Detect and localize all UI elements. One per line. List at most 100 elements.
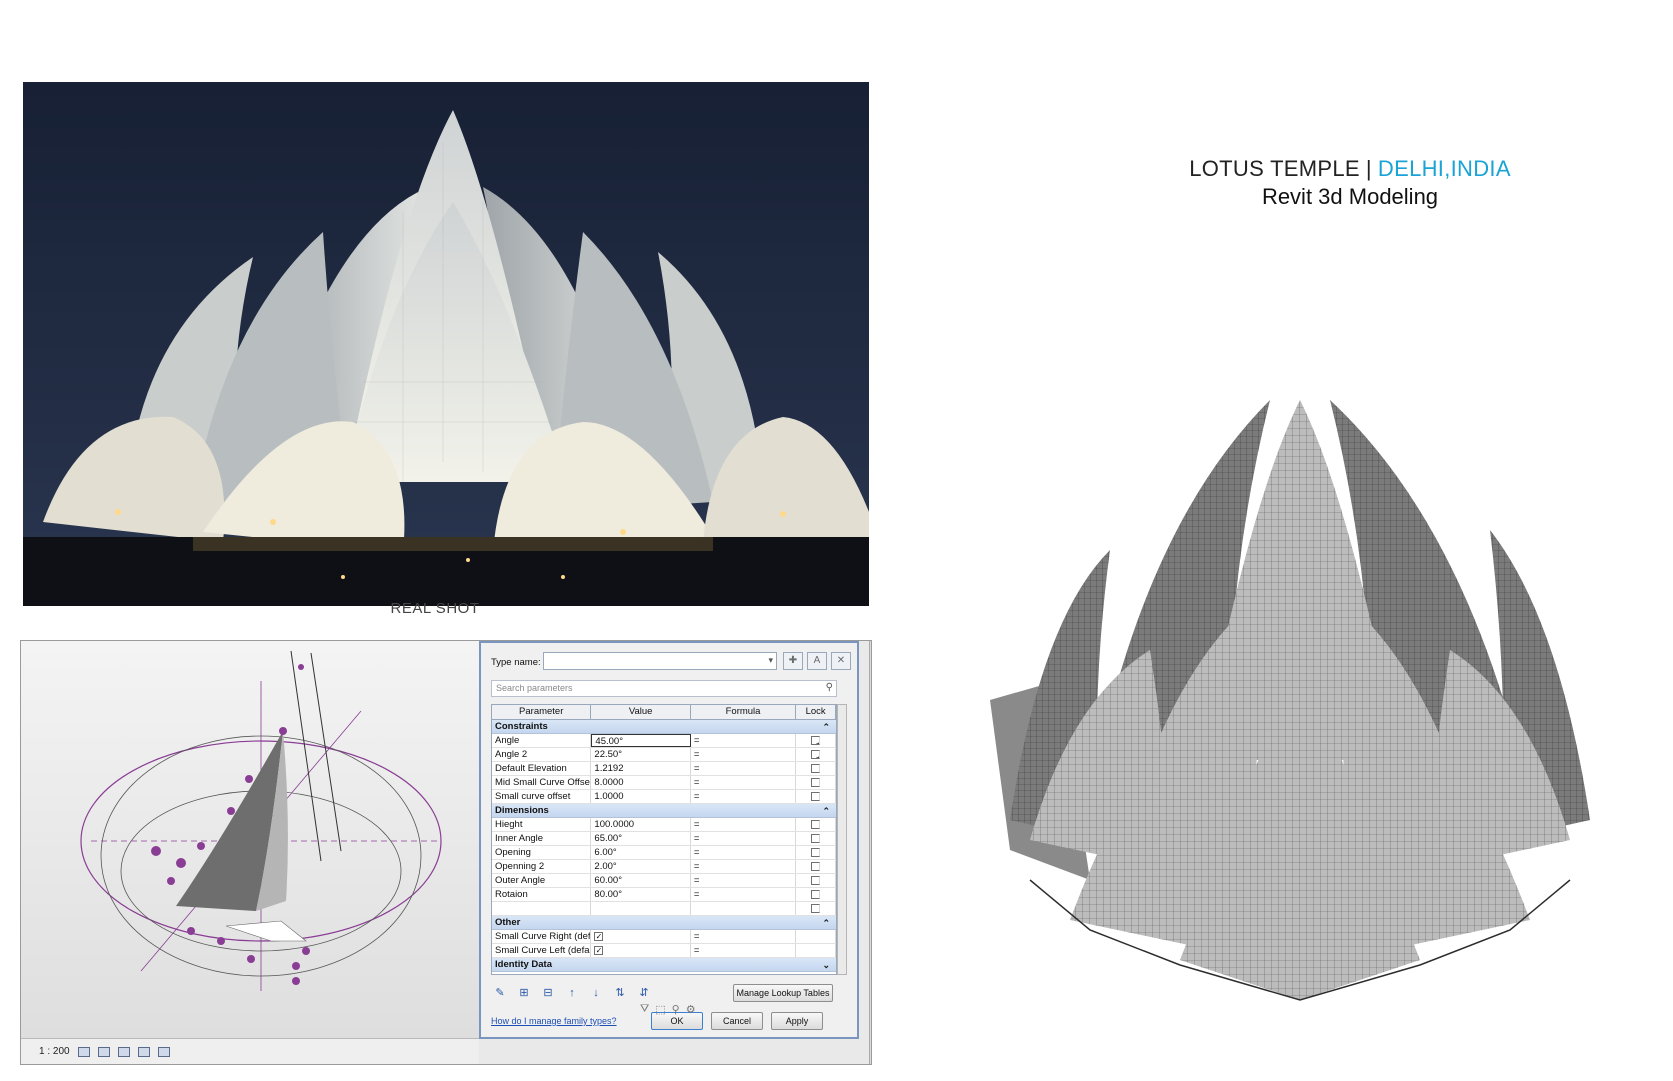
param-value[interactable]: 100.0000: [591, 818, 691, 831]
parameter-grid: Parameter Value Formula Lock Constraints…: [491, 704, 837, 975]
delete-parameter-icon[interactable]: ⊟: [541, 986, 555, 1000]
expand-icon: ⌄: [822, 960, 830, 970]
title-main: LOTUS TEMPLE: [1189, 156, 1360, 181]
section-identity-data[interactable]: Identity Data ⌄: [492, 958, 836, 972]
grid-scrollbar[interactable]: [837, 704, 847, 975]
type-name-dropdown[interactable]: ▾: [543, 652, 777, 670]
lock-cell: [796, 790, 836, 803]
param-name: Inner Angle: [492, 832, 592, 845]
param-formula[interactable]: =: [691, 790, 797, 803]
lock-checkbox[interactable]: [811, 876, 821, 885]
param-value[interactable]: 6.00°: [591, 846, 691, 859]
manage-lookup-tables-button[interactable]: Manage Lookup Tables: [733, 984, 833, 1002]
right-panel-strip: [869, 641, 871, 1064]
lotus-3d-model-drawing: [990, 400, 1590, 1001]
lock-checkbox[interactable]: [811, 778, 821, 787]
param-value[interactable]: 60.00°: [591, 874, 691, 887]
section-label: Identity Data: [495, 959, 553, 970]
value-checkbox[interactable]: ✓: [594, 931, 604, 941]
param-row: Angle 45.00° = ✓: [492, 734, 836, 748]
param-name: Small curve offset: [492, 790, 592, 803]
pin-icon[interactable]: ⚲: [672, 1003, 680, 1016]
column-header-value[interactable]: Value: [591, 705, 691, 719]
move-down-icon[interactable]: ↓: [589, 986, 603, 1000]
column-header-parameter[interactable]: Parameter: [492, 705, 592, 719]
new-type-icon[interactable]: ✚: [783, 652, 803, 670]
param-formula[interactable]: =: [691, 734, 797, 747]
param-formula[interactable]: [691, 902, 797, 915]
param-name: Outer Angle: [492, 874, 592, 887]
cancel-button[interactable]: Cancel: [711, 1012, 763, 1030]
lock-checkbox[interactable]: [811, 890, 821, 899]
shadows-icon[interactable]: [137, 1046, 150, 1057]
param-value[interactable]: [591, 902, 691, 915]
lock-checkbox[interactable]: [811, 848, 821, 857]
chevron-down-icon: ▾: [768, 655, 773, 665]
param-name: Default Elevation: [492, 762, 592, 775]
param-value[interactable]: 2.00°: [591, 860, 691, 873]
param-formula[interactable]: =: [691, 762, 797, 775]
value-checkbox[interactable]: ✓: [594, 945, 604, 955]
delete-type-icon[interactable]: ✕: [831, 652, 851, 670]
column-header-lock[interactable]: Lock: [796, 705, 836, 719]
param-formula[interactable]: =: [691, 776, 797, 789]
param-row: Hieght 100.0000 =: [492, 818, 836, 832]
visual-style-icon[interactable]: [97, 1046, 110, 1057]
section-label: Dimensions: [495, 805, 549, 816]
lock-checkbox[interactable]: [811, 834, 821, 843]
param-formula[interactable]: =: [691, 846, 797, 859]
settings-icon[interactable]: ⚙: [686, 1003, 696, 1016]
param-value[interactable]: 80.00°: [591, 888, 691, 901]
param-value[interactable]: 1.0000: [591, 790, 691, 803]
lock-cell: [796, 944, 836, 957]
param-formula[interactable]: =: [691, 930, 797, 943]
lock-checkbox[interactable]: [811, 764, 821, 773]
view-scale[interactable]: 1 : 200: [39, 1046, 70, 1057]
sort-descending-icon[interactable]: ⇵: [637, 986, 651, 1000]
sun-path-icon[interactable]: [117, 1046, 130, 1057]
param-formula[interactable]: =: [691, 874, 797, 887]
section-constraints[interactable]: Constraints ⌃: [492, 720, 836, 734]
detail-level-icon[interactable]: [77, 1046, 90, 1057]
param-formula[interactable]: =: [691, 944, 797, 957]
search-icon: ⚲: [825, 682, 833, 693]
section-other[interactable]: Other ⌃: [492, 916, 836, 930]
filter-icon[interactable]: ⛛: [640, 1003, 649, 1016]
param-value[interactable]: 22.50°: [591, 748, 691, 761]
selection-icon[interactable]: ⬚: [655, 1003, 665, 1016]
column-header-formula[interactable]: Formula: [691, 705, 797, 719]
param-row: Opening 6.00° =: [492, 846, 836, 860]
lock-checkbox[interactable]: [811, 792, 821, 801]
lock-cell: [796, 930, 836, 943]
move-up-icon[interactable]: ↑: [565, 986, 579, 1000]
new-parameter-icon[interactable]: ⊞: [517, 986, 531, 1000]
param-value[interactable]: 45.00°: [591, 734, 691, 747]
param-value[interactable]: 8.0000: [591, 776, 691, 789]
collapse-icon: ⌃: [822, 722, 830, 732]
lock-checkbox[interactable]: [811, 862, 821, 871]
param-name: Openning 2: [492, 860, 592, 873]
help-link[interactable]: How do I manage family types?: [491, 1016, 617, 1026]
lock-checkbox[interactable]: ✓: [811, 750, 821, 759]
photo-caption: REAL SHOT: [390, 600, 480, 617]
section-dimensions[interactable]: Dimensions ⌃: [492, 804, 836, 818]
lock-checkbox[interactable]: [811, 820, 821, 829]
lock-checkbox[interactable]: [811, 904, 821, 913]
rename-type-icon[interactable]: A: [807, 652, 827, 670]
param-formula[interactable]: =: [691, 888, 797, 901]
pencil-icon[interactable]: ✎: [493, 986, 507, 1000]
param-value[interactable]: 65.00°: [591, 832, 691, 845]
param-formula[interactable]: =: [691, 748, 797, 761]
param-formula[interactable]: =: [691, 832, 797, 845]
param-formula[interactable]: =: [691, 818, 797, 831]
sort-ascending-icon[interactable]: ⇅: [613, 986, 627, 1000]
param-row: Mid Small Curve Offset 8.0000 =: [492, 776, 836, 790]
lock-checkbox[interactable]: ✓: [811, 736, 821, 745]
crop-view-icon[interactable]: [157, 1046, 170, 1057]
family-editor-viewport[interactable]: [21, 641, 479, 1038]
param-formula[interactable]: =: [691, 860, 797, 873]
apply-button[interactable]: Apply: [771, 1012, 823, 1030]
param-row: Small Curve Right (defa ✓ =: [492, 930, 836, 944]
param-value[interactable]: 1.2192: [591, 762, 691, 775]
search-parameters-input[interactable]: Search parameters ⚲: [491, 680, 837, 697]
